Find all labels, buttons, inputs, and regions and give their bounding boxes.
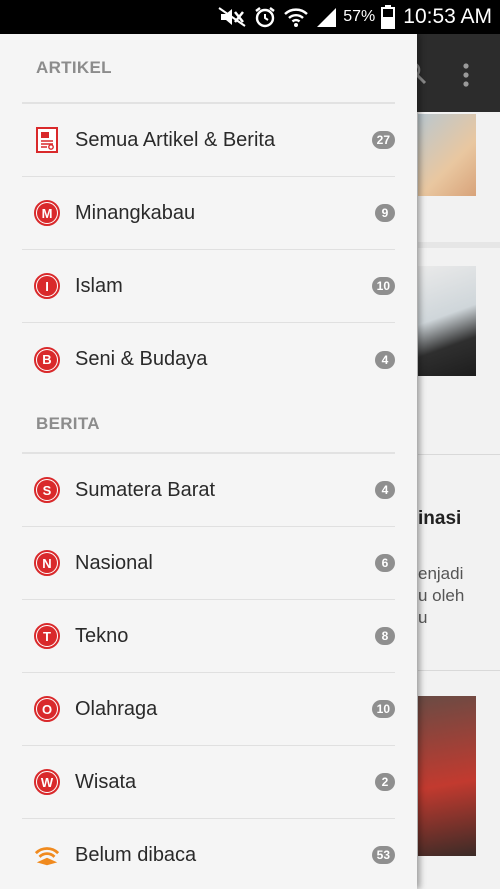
battery-icon — [381, 5, 396, 29]
drawer-item-label: Sumatera Barat — [75, 478, 216, 501]
battery-percent: 57% — [343, 8, 376, 25]
mute-icon — [217, 6, 247, 28]
drawer-item-seni-budaya[interactable]: B Seni & Budaya 4 — [22, 323, 395, 396]
letter-i-icon: I — [34, 273, 60, 299]
drawer-item-label: Islam — [75, 274, 123, 297]
drawer-item-minangkabau[interactable]: M Minangkabau 9 — [22, 177, 395, 250]
count-badge: 53 — [371, 846, 395, 864]
alarm-icon — [253, 5, 277, 29]
count-badge: 8 — [375, 627, 395, 645]
drawer-item-label: Minangkabau — [75, 201, 196, 224]
article-snippet-line: u — [418, 608, 428, 627]
drawer-item-label: Semua Artikel & Berita — [75, 128, 276, 151]
article-headline[interactable]: inasi — [418, 508, 461, 530]
section-header-berita: BERITA — [36, 414, 100, 433]
signal-icon — [315, 6, 337, 28]
clock: 10:53 AM — [403, 5, 492, 28]
status-bar: 57% 10:53 AM — [0, 0, 500, 34]
section-header-artikel: ARTIKEL — [36, 58, 112, 77]
drawer-item-nasional[interactable]: N Nasional 6 — [22, 527, 395, 600]
drawer-item-label: Tekno — [75, 624, 129, 647]
letter-b-icon: B — [34, 346, 60, 373]
letter-w-icon: W — [34, 769, 60, 795]
drawer-item-label: Olahraga — [75, 697, 158, 720]
card-separator — [418, 242, 500, 248]
letter-n-icon: N — [34, 550, 60, 576]
navigation-drawer: ARTIKEL Semua Artikel & Berita 27 M Mina… — [0, 34, 417, 889]
drawer-item-belum-dibaca[interactable]: Belum dibaca 53 — [22, 819, 395, 889]
letter-o-icon: O — [34, 696, 60, 722]
drawer-item-label: Seni & Budaya — [75, 348, 208, 370]
drawer-item-sumatera-barat[interactable]: S Sumatera Barat 4 — [22, 454, 395, 527]
rss-icon — [34, 842, 60, 868]
count-badge: 6 — [375, 554, 395, 572]
document-icon — [34, 127, 60, 153]
count-badge: 4 — [375, 481, 395, 499]
article-thumbnail[interactable] — [418, 114, 476, 196]
drawer-item-islam[interactable]: I Islam 10 — [22, 250, 395, 323]
count-badge: 2 — [375, 773, 395, 791]
count-badge: 4 — [375, 350, 395, 369]
divider — [418, 454, 500, 455]
letter-s-icon: S — [34, 477, 60, 503]
drawer-item-label: Nasional — [75, 551, 153, 574]
drawer-item-semua-artikel[interactable]: Semua Artikel & Berita 27 — [22, 104, 395, 177]
drawer-item-tekno[interactable]: T Tekno 8 — [22, 600, 395, 673]
drawer-item-label: Belum dibaca — [75, 843, 197, 866]
overflow-menu-icon[interactable] — [460, 62, 472, 88]
letter-t-icon: T — [34, 623, 60, 649]
article-thumbnail[interactable] — [418, 696, 476, 856]
count-badge: 9 — [375, 204, 395, 222]
divider — [418, 670, 500, 671]
wifi-icon — [283, 6, 309, 28]
drawer-item-wisata[interactable]: W Wisata 2 — [22, 746, 395, 819]
article-snippet-line: enjadi — [418, 564, 464, 583]
article-snippet-line: u oleh — [418, 586, 465, 605]
count-badge: 10 — [371, 277, 395, 295]
drawer-item-label: Wisata — [75, 770, 137, 793]
drawer-item-olahraga[interactable]: O Olahraga 10 — [22, 673, 395, 746]
count-badge: 10 — [371, 700, 395, 718]
letter-m-icon: M — [34, 200, 60, 226]
article-thumbnail[interactable] — [418, 266, 476, 376]
count-badge: 27 — [371, 131, 395, 149]
